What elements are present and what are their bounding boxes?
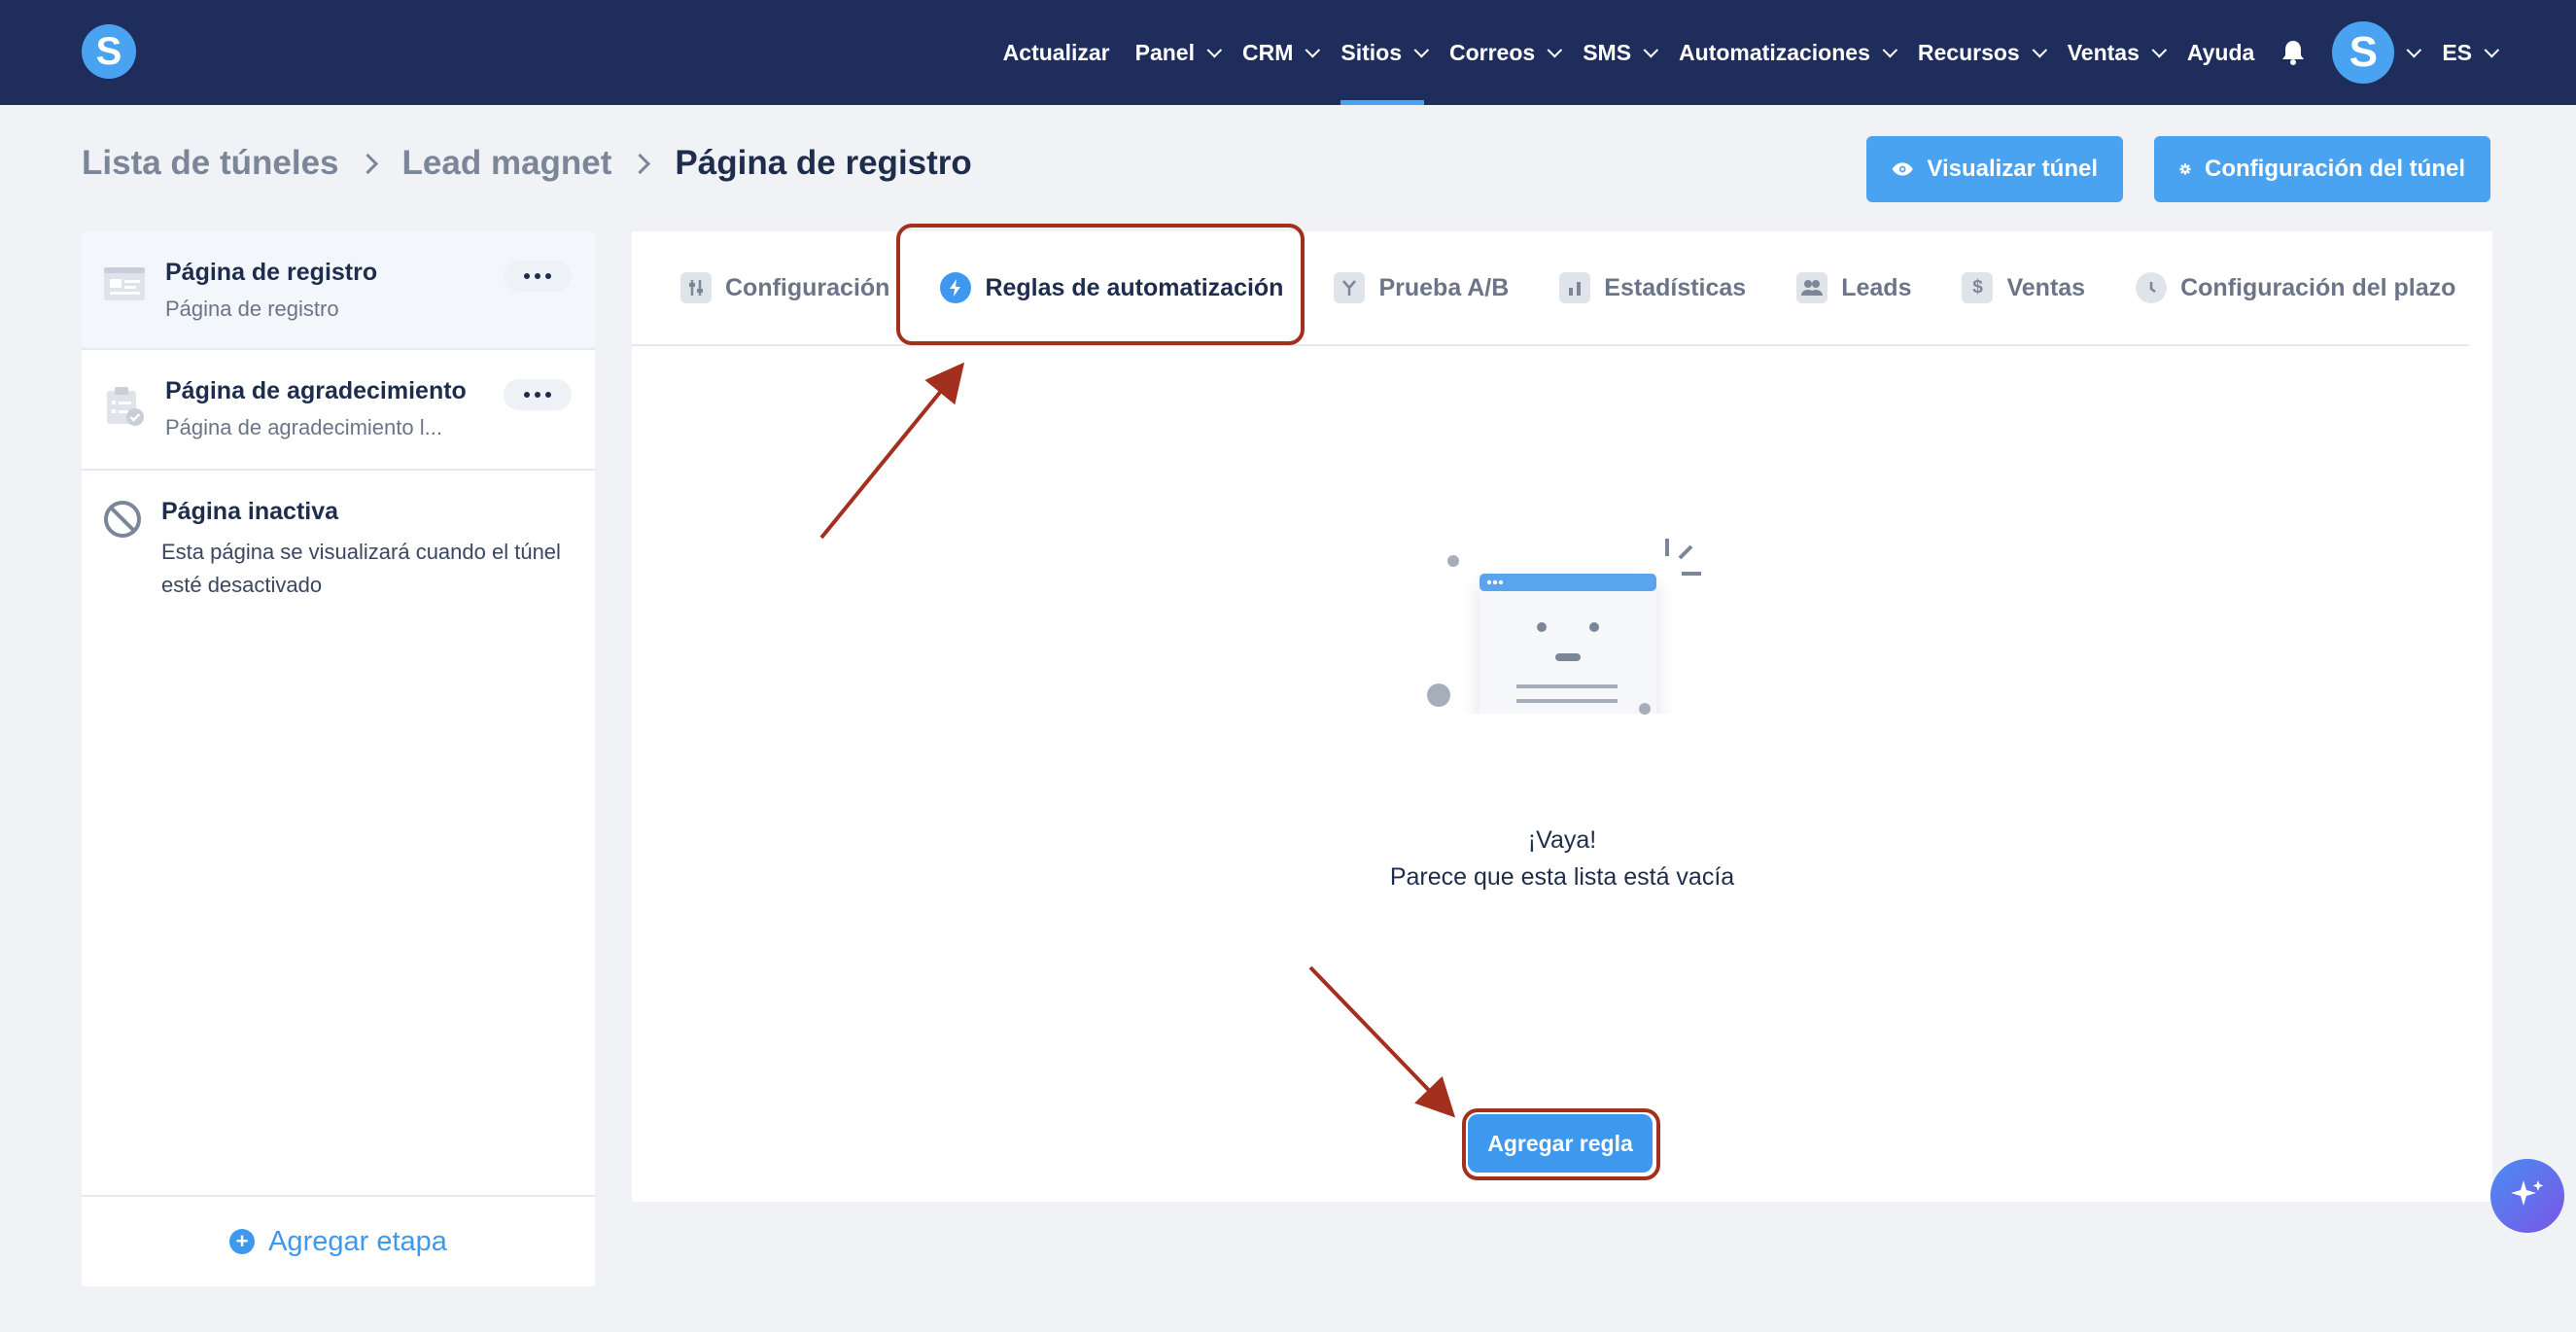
user-menu[interactable]: S bbox=[2332, 0, 2422, 105]
form-page-icon bbox=[103, 266, 146, 306]
main-panel: Configuración Reglas de automatización P… bbox=[632, 231, 2492, 1202]
empty-state-title: ¡Vaya! bbox=[1527, 826, 1597, 854]
nav-item-recursos[interactable]: Recursos bbox=[1917, 0, 2047, 105]
nav-item-sitios[interactable]: Sitios bbox=[1340, 0, 1430, 105]
tab-configuracion[interactable]: Configuración bbox=[680, 272, 889, 303]
nav-label: Panel bbox=[1134, 39, 1195, 65]
empty-state-subtitle: Parece que esta lista está vacía bbox=[1389, 863, 1735, 891]
stage-more-button[interactable] bbox=[504, 379, 572, 410]
visualize-tunnel-button[interactable]: Visualizar túnel bbox=[1866, 136, 2123, 202]
tab-estadisticas[interactable]: Estadísticas bbox=[1559, 272, 1746, 303]
dot bbox=[545, 392, 551, 398]
bar-chart-icon bbox=[1559, 272, 1591, 303]
plus-icon: + bbox=[229, 1229, 256, 1254]
nav-label: Actualizar bbox=[1002, 39, 1110, 65]
empty-list-illustration bbox=[1427, 539, 1701, 714]
breadcrumb-tunnel-list[interactable]: Lista de túneles bbox=[82, 144, 339, 183]
chevron-down-icon bbox=[2484, 42, 2500, 57]
chevron-down-icon bbox=[1305, 42, 1321, 57]
chevron-down-icon bbox=[2151, 42, 2167, 57]
chevron-down-icon bbox=[1206, 42, 1223, 57]
nav-label: Ventas bbox=[2067, 39, 2140, 65]
dollar-icon: $ bbox=[1962, 272, 1994, 303]
users-icon bbox=[1796, 272, 1828, 303]
split-icon bbox=[1334, 272, 1366, 303]
nav-item-correos[interactable]: Correos bbox=[1449, 0, 1563, 105]
add-stage-button[interactable]: + Agregar etapa bbox=[82, 1195, 595, 1286]
page-title: Página de registro bbox=[675, 144, 972, 182]
tab-leads[interactable]: Leads bbox=[1796, 272, 1911, 303]
main-nav: Actualizar Panel CRM Sitios Correos SMS … bbox=[1003, 0, 2500, 105]
nav-label: CRM bbox=[1241, 39, 1294, 65]
tab-configuracion-plazo[interactable]: Configuración del plazo bbox=[2136, 272, 2455, 303]
stage-description: Esta página se visualizará cuando el tún… bbox=[161, 540, 561, 597]
nav-label: Correos bbox=[1449, 39, 1536, 65]
breadcrumb: Lista de túneles Lead magnet Página de r… bbox=[82, 144, 972, 183]
dot bbox=[535, 392, 540, 398]
dot bbox=[535, 273, 540, 279]
chevron-right-icon bbox=[357, 153, 378, 174]
tunnel-settings-label: Configuración del túnel bbox=[2205, 156, 2465, 182]
breadcrumb-lead-magnet[interactable]: Lead magnet bbox=[402, 144, 612, 183]
bell-icon[interactable] bbox=[2280, 39, 2307, 66]
nav-item-ayuda[interactable]: Ayuda bbox=[2187, 0, 2254, 105]
nav-label: Sitios bbox=[1340, 39, 1402, 65]
tab-label: Configuración bbox=[725, 273, 890, 301]
chevron-down-icon bbox=[2406, 42, 2422, 57]
sliders-icon bbox=[680, 272, 712, 303]
stage-item-thank-you[interactable]: Página de agradecimiento Página de agrad… bbox=[82, 350, 595, 471]
sparkle-icon bbox=[2511, 1180, 2544, 1206]
clipboard-check-icon bbox=[103, 385, 146, 433]
visualize-tunnel-label: Visualizar túnel bbox=[1927, 156, 2098, 182]
annotation-highlight-button bbox=[1462, 1108, 1660, 1180]
dot bbox=[545, 273, 551, 279]
chevron-down-icon bbox=[2032, 42, 2047, 57]
language-label: ES bbox=[2442, 39, 2472, 65]
gear-icon bbox=[2179, 163, 2191, 175]
stages-panel: Página de registro Página de registro Pá… bbox=[82, 231, 595, 1286]
stage-title: Página inactiva bbox=[161, 498, 339, 525]
tunnel-settings-button[interactable]: Configuración del túnel bbox=[2154, 136, 2490, 202]
nav-item-panel[interactable]: Panel bbox=[1134, 0, 1223, 105]
chevron-down-icon bbox=[1643, 42, 1659, 57]
chevron-right-icon bbox=[630, 153, 651, 174]
avatar: S bbox=[2332, 21, 2395, 84]
nav-label: Automatizaciones bbox=[1679, 39, 1870, 65]
clock-icon bbox=[2136, 272, 2168, 303]
stage-item-registration[interactable]: Página de registro Página de registro bbox=[82, 231, 595, 350]
stage-item-inactive[interactable]: Página inactiva Esta página se visualiza… bbox=[82, 471, 595, 609]
stage-more-button[interactable] bbox=[504, 261, 572, 292]
eye-icon bbox=[1892, 162, 1913, 176]
nav-item-sms[interactable]: SMS bbox=[1583, 0, 1659, 105]
top-navbar: S Actualizar Panel CRM Sitios Correos SM… bbox=[0, 0, 2576, 105]
nav-label: SMS bbox=[1583, 39, 1632, 65]
tab-label: Prueba A/B bbox=[1378, 273, 1510, 301]
stage-subtitle: Página de agradecimiento l... bbox=[165, 415, 442, 439]
dot bbox=[524, 273, 530, 279]
nav-label: Recursos bbox=[1917, 39, 2020, 65]
add-stage-label: Agregar etapa bbox=[268, 1225, 447, 1257]
ai-assistant-button[interactable] bbox=[2490, 1159, 2564, 1233]
tab-prueba-ab[interactable]: Prueba A/B bbox=[1334, 272, 1509, 303]
nav-item-automatizaciones[interactable]: Automatizaciones bbox=[1679, 0, 1897, 105]
tab-ventas[interactable]: $ Ventas bbox=[1962, 272, 2085, 303]
chevron-down-icon bbox=[1547, 42, 1563, 57]
nav-item-actualizar[interactable]: Actualizar bbox=[1003, 0, 1110, 105]
prohibited-icon bbox=[103, 500, 142, 543]
stage-subtitle: Página de registro bbox=[165, 297, 339, 321]
dot-decoration bbox=[1639, 703, 1651, 715]
dot bbox=[524, 392, 530, 398]
chevron-down-icon bbox=[1413, 42, 1430, 57]
nav-item-crm[interactable]: CRM bbox=[1241, 0, 1321, 105]
chevron-down-icon bbox=[1882, 42, 1897, 57]
annotation-highlight-tab bbox=[896, 224, 1305, 345]
nav-item-ventas[interactable]: Ventas bbox=[2067, 0, 2167, 105]
tab-label: Leads bbox=[1841, 273, 1912, 301]
nav-label: Ayuda bbox=[2186, 39, 2255, 65]
tab-label: Estadísticas bbox=[1604, 273, 1747, 301]
tab-label: Configuración del plazo bbox=[2180, 273, 2456, 301]
language-selector[interactable]: ES bbox=[2442, 0, 2500, 105]
app-logo[interactable]: S bbox=[82, 24, 136, 79]
tab-label: Ventas bbox=[2006, 273, 2086, 301]
